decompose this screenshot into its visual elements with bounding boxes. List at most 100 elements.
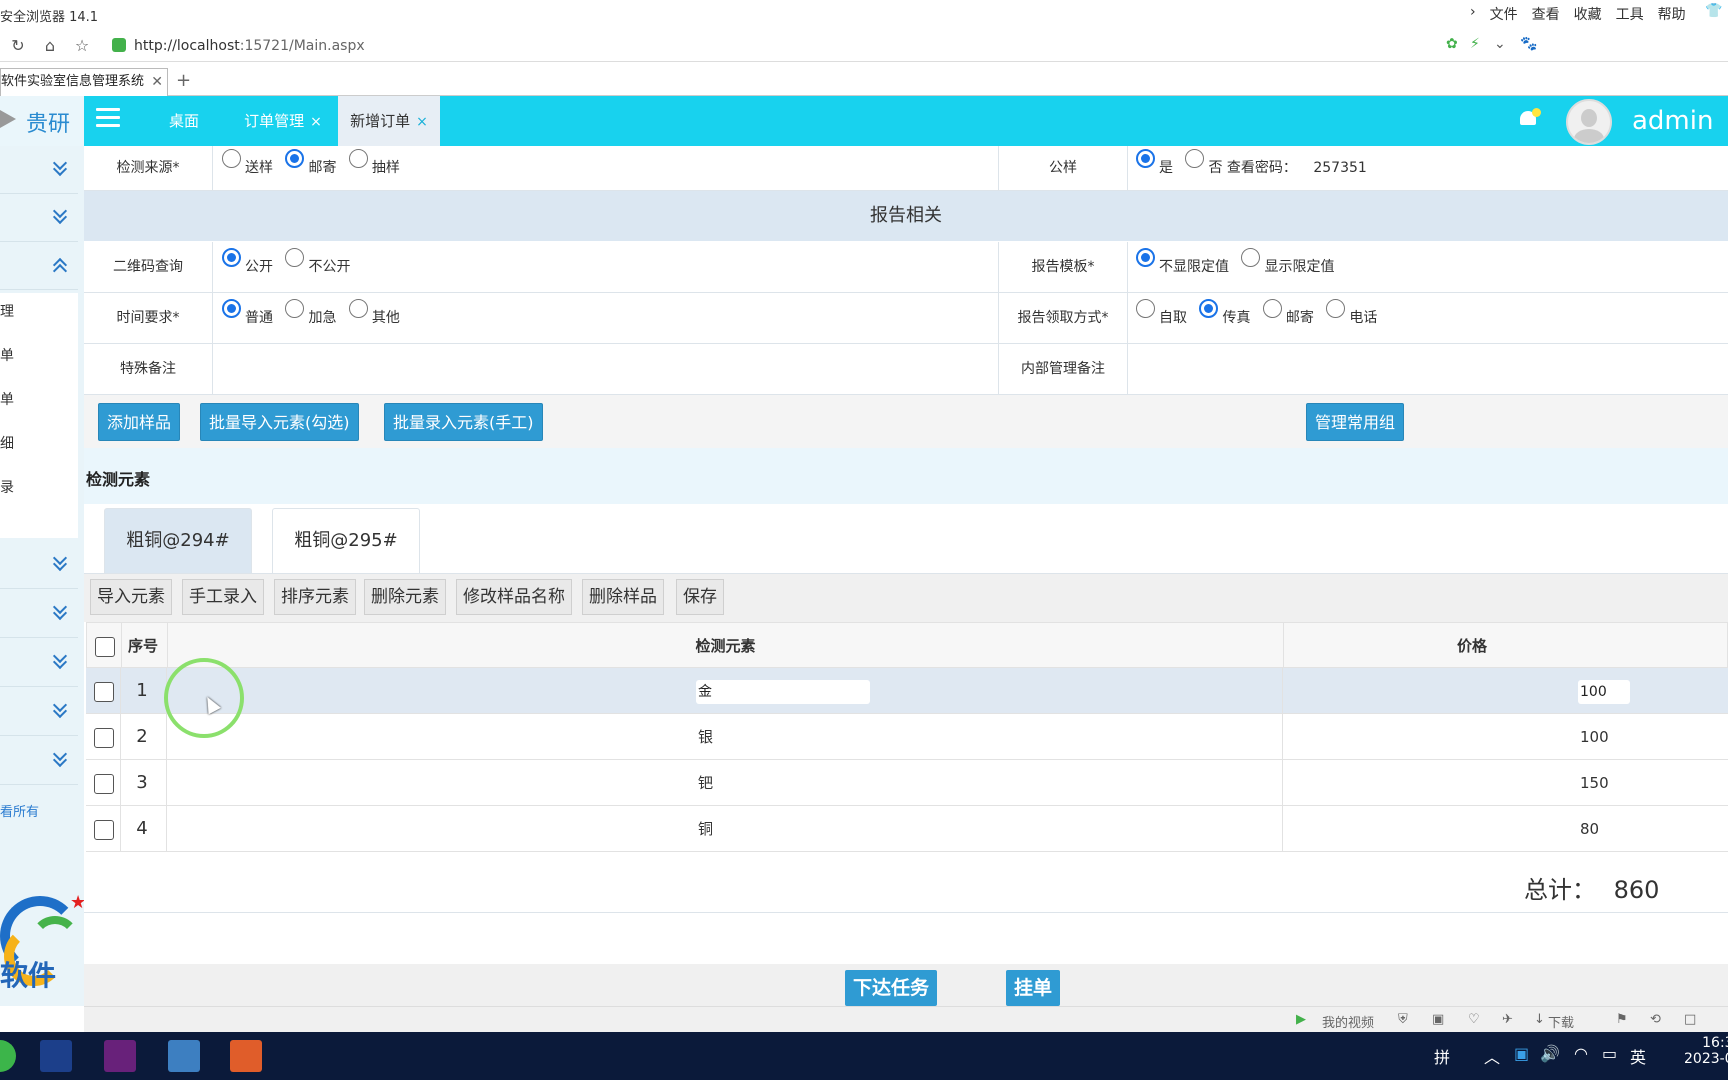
import-elements-button[interactable]: 导入元素 [90, 579, 172, 615]
meeting-icon[interactable]: ▣ [1514, 1044, 1529, 1063]
download-icon[interactable]: ↓ [1534, 1012, 1545, 1027]
skin-icon[interactable]: 👕 [1705, 3, 1723, 21]
row-checkbox[interactable] [94, 728, 114, 748]
presentation-icon[interactable] [230, 1040, 262, 1072]
close-tab-icon[interactable]: ✕ [151, 69, 163, 95]
table-row[interactable]: 1 金 100 [86, 668, 1728, 714]
tab-order-management[interactable]: 订单管理 × [234, 96, 332, 146]
radio-send-sample[interactable] [222, 149, 241, 168]
sidebar-group-2[interactable] [0, 194, 78, 242]
window-icon[interactable]: □ [1684, 1012, 1696, 1027]
tab-desktop[interactable]: 桌面 [134, 96, 234, 146]
radio-mail[interactable] [285, 149, 305, 168]
new-tab-icon[interactable]: + [176, 70, 191, 91]
sidebar-subitem[interactable]: 单 [0, 345, 14, 365]
delete-elements-button[interactable]: 删除元素 [364, 579, 446, 615]
submit-task-button[interactable]: 下达任务 [845, 970, 938, 1006]
battery-icon[interactable]: ▭ [1602, 1044, 1617, 1063]
batch-import-button[interactable]: 批量导入元素(勾选) [200, 403, 359, 441]
notification-bell-icon[interactable] [1518, 108, 1541, 130]
sidebar-subitem[interactable]: 细 [0, 433, 14, 453]
flag-icon[interactable]: ⚑ [1616, 1012, 1628, 1027]
lang-indicator[interactable]: 英 [1630, 1044, 1646, 1068]
row-checkbox[interactable] [94, 682, 114, 702]
sort-elements-button[interactable]: 排序元素 [274, 579, 356, 615]
notebook-icon[interactable] [168, 1040, 200, 1072]
add-sample-button[interactable]: 添加样品 [98, 403, 181, 441]
tools-icon[interactable]: ✈ [1502, 1012, 1513, 1027]
radio-public-no[interactable] [1185, 149, 1205, 168]
element-input[interactable]: 金 [696, 680, 870, 704]
radio-public-yes[interactable] [1136, 149, 1155, 168]
price-input[interactable]: 100 [1578, 680, 1630, 704]
menu-help[interactable]: 帮助 [1658, 4, 1686, 24]
menu-file[interactable]: 文件 [1490, 4, 1518, 24]
radio-other[interactable] [348, 299, 368, 318]
avatar[interactable] [1566, 99, 1612, 145]
close-icon[interactable]: × [416, 114, 428, 130]
home-icon[interactable]: ⌂ [40, 36, 60, 56]
menu-view[interactable]: 查看 [1532, 4, 1560, 24]
shield-icon[interactable]: ⛨ [1398, 1012, 1408, 1027]
radio-self-pickup[interactable] [1136, 299, 1155, 318]
radio-fax[interactable] [1199, 299, 1219, 318]
sidebar-group-3[interactable] [0, 242, 78, 290]
sidebar-group-6[interactable] [0, 639, 78, 687]
tray-chevron-icon[interactable]: ︿ [1484, 1044, 1500, 1068]
sample-tab-294[interactable]: 粗铜@294# [104, 508, 252, 574]
hamburger-menu-icon[interactable] [96, 108, 120, 130]
radio-qr-private[interactable] [285, 248, 305, 267]
radio-normal[interactable] [222, 299, 241, 318]
speed-mode-icon[interactable]: ⚡ [1470, 36, 1480, 52]
browser-tab[interactable]: 软件实验室信息管理系统 ✕ [0, 68, 168, 96]
menu-favorites[interactable]: 收藏 [1574, 4, 1602, 24]
start-icon[interactable] [0, 1040, 16, 1072]
batch-entry-button[interactable]: 批量录入元素(手工) [384, 403, 543, 441]
row-checkbox[interactable] [94, 820, 114, 840]
star-icon[interactable]: ☆ [72, 36, 92, 56]
rename-sample-button[interactable]: 修改样品名称 [456, 579, 572, 615]
sidebar-group-7[interactable] [0, 688, 78, 736]
close-icon[interactable]: × [310, 114, 322, 130]
heart-icon[interactable]: ♡ [1468, 1012, 1480, 1027]
table-row[interactable]: 2 银 100 [86, 714, 1728, 760]
radio-phone[interactable] [1326, 299, 1346, 318]
clock[interactable]: 16:31 2023-07 [1684, 1035, 1728, 1067]
view-all-link[interactable]: 看所有 [0, 801, 39, 820]
video-icon[interactable]: ▶ [1296, 1012, 1306, 1027]
manage-groups-button[interactable]: 管理常用组 [1306, 403, 1405, 441]
app-icon[interactable] [40, 1040, 72, 1072]
sidebar-group-1[interactable] [0, 146, 78, 194]
sidebar-group-4[interactable] [0, 541, 78, 589]
row-checkbox[interactable] [94, 774, 114, 794]
url-field[interactable]: http://localhost:15721/Main.aspx [112, 33, 1442, 59]
url-dropdown-icon[interactable]: ⌄ [1494, 36, 1506, 52]
wifi-icon[interactable]: ◠ [1574, 1044, 1588, 1063]
sidebar-subitem[interactable]: 理 [0, 301, 14, 321]
sidebar-subitem[interactable]: 单 [0, 389, 14, 409]
browser-menu-chevron-icon[interactable]: › [1470, 4, 1476, 24]
table-row[interactable]: 3 钯 150 [86, 760, 1728, 806]
visual-studio-icon[interactable] [104, 1040, 136, 1072]
select-all-checkbox[interactable] [95, 637, 115, 657]
image-icon[interactable]: ▣ [1432, 1012, 1444, 1027]
search-engine-icon[interactable]: 🐾 [1520, 36, 1537, 52]
username[interactable]: admin [1632, 106, 1713, 136]
internal-note-field[interactable] [1128, 344, 1728, 394]
hang-order-button[interactable]: 挂单 [1006, 970, 1061, 1006]
sidebar-group-8[interactable] [0, 737, 78, 785]
menu-tools[interactable]: 工具 [1616, 4, 1644, 24]
sidebar-group-5[interactable] [0, 590, 78, 638]
manual-entry-button[interactable]: 手工录入 [182, 579, 264, 615]
download-link[interactable]: 下载 [1548, 1012, 1574, 1031]
table-row[interactable]: 4 铜 80 [86, 806, 1728, 852]
compat-mode-icon[interactable]: ✿ [1446, 36, 1458, 52]
radio-hide-limit[interactable] [1136, 248, 1155, 267]
special-note-field[interactable] [214, 344, 998, 394]
delete-sample-button[interactable]: 删除样品 [582, 579, 664, 615]
radio-urgent[interactable] [285, 299, 305, 318]
radio-mail-report[interactable] [1262, 299, 1282, 318]
save-button[interactable]: 保存 [676, 579, 724, 615]
radio-qr-public[interactable] [222, 248, 241, 267]
volume-icon[interactable]: 🔊 [1540, 1044, 1560, 1063]
